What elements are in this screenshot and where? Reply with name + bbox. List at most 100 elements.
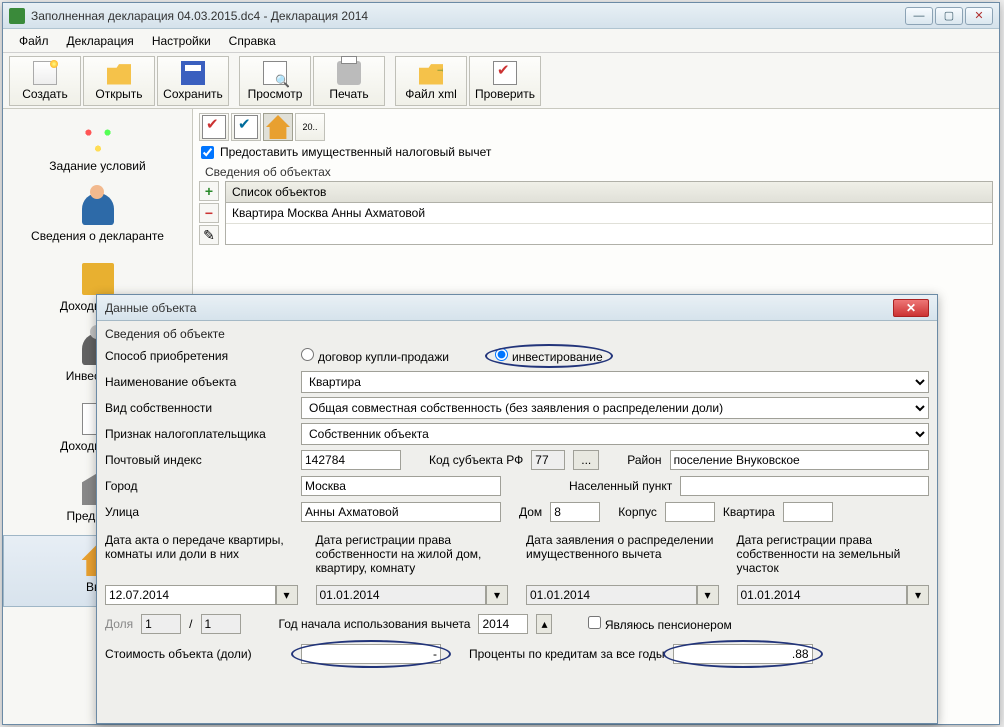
date2-input bbox=[316, 585, 487, 605]
slash: / bbox=[189, 617, 192, 631]
check-icon bbox=[493, 61, 517, 85]
date3-label: Дата заявления о распределении имуществе… bbox=[526, 533, 719, 581]
cost-input[interactable] bbox=[301, 644, 441, 664]
edit-item-button[interactable]: ✎ bbox=[199, 225, 219, 245]
provide-deduction-checkbox[interactable] bbox=[201, 146, 214, 159]
save-label: Сохранить bbox=[163, 87, 223, 101]
dialog-title: Данные объекта bbox=[105, 301, 893, 315]
settlement-input[interactable] bbox=[680, 476, 929, 496]
titlebar: Заполненная декларация 04.03.2015.dc4 - … bbox=[3, 3, 999, 29]
share-a-input bbox=[141, 614, 181, 634]
district-label: Район bbox=[627, 453, 661, 467]
object-dialog: Данные объекта ✕ Сведения об объекте Спо… bbox=[96, 294, 938, 724]
ownership-label: Вид собственности bbox=[105, 401, 293, 415]
taxpayer-label: Признак налогоплательщика bbox=[105, 427, 293, 441]
new-icon bbox=[33, 61, 57, 85]
pensioner-text: Являюсь пенсионером bbox=[605, 618, 732, 632]
date2-label: Дата регистрации права собственности на … bbox=[316, 533, 509, 581]
settlement-label: Населенный пункт bbox=[569, 479, 672, 493]
object-name-select[interactable]: Квартира bbox=[301, 371, 929, 393]
dialog-titlebar: Данные объекта ✕ bbox=[97, 295, 937, 321]
city-input[interactable] bbox=[301, 476, 501, 496]
building-input[interactable] bbox=[665, 502, 715, 522]
user-icon bbox=[82, 193, 114, 225]
flat-input[interactable] bbox=[783, 502, 833, 522]
region-code-label: Код субъекта РФ bbox=[429, 453, 523, 467]
open-icon bbox=[107, 61, 131, 85]
toolbar: Создать Открыть Сохранить Просмотр Печат… bbox=[3, 53, 999, 109]
object-info-group-label: Сведения об объекте bbox=[105, 327, 929, 341]
postcode-input[interactable] bbox=[301, 450, 401, 470]
check-label: Проверить bbox=[475, 87, 535, 101]
date2-picker-button[interactable]: ▾ bbox=[486, 585, 508, 605]
check-icon bbox=[234, 115, 258, 139]
menu-declaration[interactable]: Декларация bbox=[59, 31, 142, 51]
flat-label: Квартира bbox=[723, 505, 775, 519]
radio-contract-label: договор купли-продажи bbox=[318, 350, 449, 364]
interest-input[interactable] bbox=[673, 644, 813, 664]
date4-picker-button[interactable]: ▾ bbox=[907, 585, 929, 605]
menu-settings[interactable]: Настройки bbox=[144, 31, 219, 51]
home-icon bbox=[266, 115, 290, 139]
postcode-label: Почтовый индекс bbox=[105, 453, 293, 467]
sidebar-item-conditions[interactable]: Задание условий bbox=[3, 115, 192, 185]
add-item-button[interactable]: + bbox=[199, 181, 219, 201]
list-controls: + − ✎ bbox=[199, 181, 221, 245]
print-icon bbox=[337, 61, 361, 85]
open-button[interactable]: Открыть bbox=[83, 56, 155, 106]
mini-btn-2[interactable] bbox=[231, 113, 261, 141]
date1-label: Дата акта о передаче квартиры, комнаты и… bbox=[105, 533, 298, 581]
date3-picker-button[interactable]: ▾ bbox=[697, 585, 719, 605]
city-label: Город bbox=[105, 479, 293, 493]
check-button[interactable]: Проверить bbox=[469, 56, 541, 106]
mini-btn-1[interactable] bbox=[199, 113, 229, 141]
remove-item-button[interactable]: − bbox=[199, 203, 219, 223]
sidebar-item-declarant[interactable]: Сведения о декларанте bbox=[3, 185, 192, 255]
create-button[interactable]: Создать bbox=[9, 56, 81, 106]
dialog-close-button[interactable]: ✕ bbox=[893, 299, 929, 317]
district-input[interactable] bbox=[670, 450, 929, 470]
minimize-button[interactable]: — bbox=[905, 7, 933, 25]
objects-group-label: Сведения об объектах bbox=[199, 163, 993, 181]
mini-btn-20[interactable]: 20.. bbox=[295, 113, 325, 141]
pensioner-checkbox-label[interactable]: Являюсь пенсионером bbox=[588, 616, 731, 632]
house-input[interactable] bbox=[550, 502, 600, 522]
radio-contract[interactable]: договор купли-продажи bbox=[301, 348, 449, 364]
preview-button[interactable]: Просмотр bbox=[239, 56, 311, 106]
preview-icon bbox=[263, 61, 287, 85]
radio-invest[interactable]: инвестирование bbox=[495, 348, 603, 364]
region-lookup-button[interactable]: ... bbox=[573, 450, 599, 470]
list-header: Список объектов bbox=[226, 182, 992, 203]
object-name-label: Наименование объекта bbox=[105, 375, 293, 389]
year-use-label: Год начала использования вычета bbox=[279, 617, 471, 631]
date1-input[interactable] bbox=[105, 585, 276, 605]
print-button[interactable]: Печать bbox=[313, 56, 385, 106]
list-item[interactable]: Квартира Москва Анны Ахматовой bbox=[226, 203, 992, 224]
date3-input bbox=[526, 585, 697, 605]
region-code-input bbox=[531, 450, 565, 470]
provide-deduction-label: Предоставить имущественный налоговый выч… bbox=[220, 145, 491, 159]
preview-label: Просмотр bbox=[248, 87, 303, 101]
date4-label: Дата регистрации права собственности на … bbox=[737, 533, 930, 581]
date1-picker-button[interactable]: ▾ bbox=[276, 585, 298, 605]
xml-icon bbox=[419, 61, 443, 85]
mini-toolbar: 20.. bbox=[199, 113, 993, 141]
close-button[interactable]: ✕ bbox=[965, 7, 993, 25]
maximize-button[interactable]: ▢ bbox=[935, 7, 963, 25]
year-use-input[interactable] bbox=[478, 614, 528, 634]
sidebar-item-label: Задание условий bbox=[49, 159, 145, 173]
menu-help[interactable]: Справка bbox=[221, 31, 284, 51]
ownership-select[interactable]: Общая совместная собственность (без заяв… bbox=[301, 397, 929, 419]
date4-input bbox=[737, 585, 908, 605]
xml-button[interactable]: Файл xml bbox=[395, 56, 467, 106]
taxpayer-select[interactable]: Собственник объекта bbox=[301, 423, 929, 445]
street-label: Улица bbox=[105, 505, 293, 519]
check-icon bbox=[202, 115, 226, 139]
save-button[interactable]: Сохранить bbox=[157, 56, 229, 106]
acquisition-label: Способ приобретения bbox=[105, 349, 293, 363]
year-spinner[interactable]: ▴ bbox=[536, 614, 552, 634]
menu-file[interactable]: Файл bbox=[11, 31, 57, 51]
pensioner-checkbox[interactable] bbox=[588, 616, 601, 629]
street-input[interactable] bbox=[301, 502, 501, 522]
mini-btn-house[interactable] bbox=[263, 113, 293, 141]
